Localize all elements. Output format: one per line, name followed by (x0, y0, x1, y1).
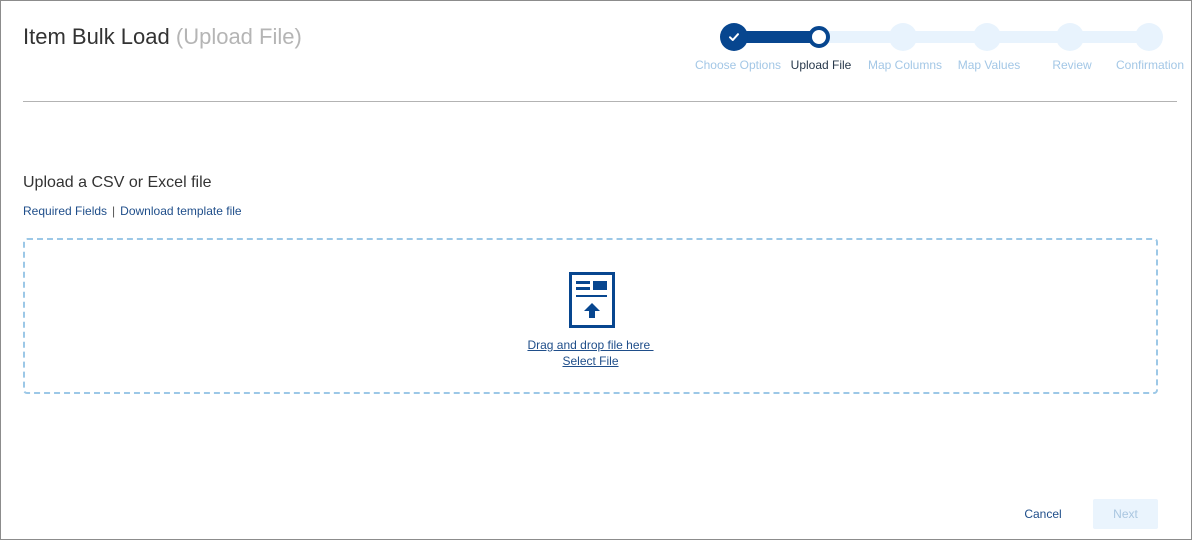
page-title: Item Bulk Load (Upload File) (23, 23, 302, 51)
download-template-link[interactable]: Download template file (120, 204, 241, 218)
cancel-button[interactable]: Cancel (1005, 499, 1081, 529)
stepper-track (734, 31, 1149, 43)
step-label-choose-options: Choose Options (694, 58, 782, 72)
select-file-link[interactable]: Select File (562, 354, 618, 368)
step-label-map-columns: Map Columns (867, 58, 943, 72)
upload-heading: Upload a CSV or Excel file (23, 174, 212, 191)
step-3-dot (889, 23, 917, 51)
step-2-dot (808, 26, 830, 48)
step-label-review: Review (1052, 58, 1092, 72)
step-1-dot (720, 23, 748, 51)
file-upload-icon (569, 272, 615, 328)
drag-drop-link[interactable]: Drag and drop file here (527, 338, 653, 352)
link-separator: | (112, 204, 116, 218)
page-subtitle: (Upload File) (175, 24, 302, 49)
checkmark-icon (729, 33, 739, 41)
header-divider (23, 101, 1177, 102)
step-label-upload-file: Upload File (790, 58, 852, 72)
page-title-text: Item Bulk Load (23, 24, 170, 49)
file-dropzone[interactable]: Drag and drop file here Select File (23, 238, 1158, 394)
step-label-map-values: Map Values (957, 58, 1021, 72)
step-5-dot (1056, 23, 1084, 51)
required-fields-link[interactable]: Required Fields (23, 204, 107, 218)
upload-links: Required Fields | Download template file (23, 204, 242, 218)
step-4-dot (973, 23, 1001, 51)
dropzone-drag-text: Drag and drop file here (25, 338, 1156, 352)
bulk-load-dialog: Item Bulk Load (Upload File) Choose Opti… (0, 0, 1192, 540)
next-button[interactable]: Next (1093, 499, 1158, 529)
step-6-dot (1135, 23, 1163, 51)
dropzone-select-text: Select File (25, 354, 1156, 368)
step-label-confirmation: Confirmation (1115, 58, 1185, 72)
